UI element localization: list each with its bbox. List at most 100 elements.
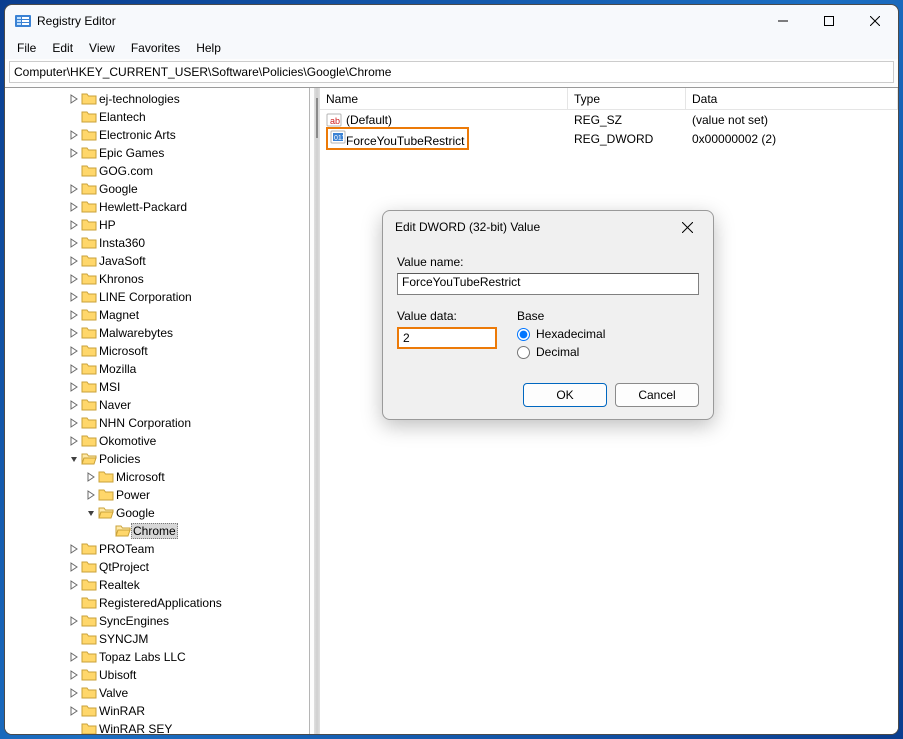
- tree-item[interactable]: Microsoft: [5, 468, 309, 486]
- radio-hex-input[interactable]: [517, 328, 530, 341]
- chevron-right-icon[interactable]: [67, 290, 81, 304]
- value-data: (value not set): [686, 113, 898, 127]
- chevron-right-icon[interactable]: [67, 326, 81, 340]
- tree-item[interactable]: LINE Corporation: [5, 288, 309, 306]
- tree-item[interactable]: SYNCJM: [5, 630, 309, 648]
- chevron-right-icon[interactable]: [67, 146, 81, 160]
- maximize-button[interactable]: [806, 5, 852, 37]
- tree-item[interactable]: Google: [5, 504, 309, 522]
- tree-item[interactable]: QtProject: [5, 558, 309, 576]
- tree-item[interactable]: Malwarebytes: [5, 324, 309, 342]
- tree-item[interactable]: Ubisoft: [5, 666, 309, 684]
- dialog-titlebar[interactable]: Edit DWORD (32-bit) Value: [383, 211, 713, 243]
- chevron-right-icon[interactable]: [67, 398, 81, 412]
- tree-item[interactable]: Realtek: [5, 576, 309, 594]
- dialog-close-button[interactable]: [673, 213, 701, 241]
- tree-item[interactable]: Insta360: [5, 234, 309, 252]
- tree-item-label: Electronic Arts: [97, 128, 178, 142]
- chevron-right-icon[interactable]: [67, 236, 81, 250]
- tree-item[interactable]: Naver: [5, 396, 309, 414]
- chevron-right-icon[interactable]: [67, 362, 81, 376]
- chevron-right-icon[interactable]: [67, 650, 81, 664]
- value-name-field[interactable]: ForceYouTubeRestrict: [397, 273, 699, 295]
- tree-item[interactable]: SyncEngines: [5, 612, 309, 630]
- titlebar[interactable]: Registry Editor: [5, 5, 898, 37]
- chevron-right-icon[interactable]: [67, 92, 81, 106]
- address-bar[interactable]: Computer\HKEY_CURRENT_USER\Software\Poli…: [9, 61, 894, 83]
- chevron-right-icon[interactable]: [67, 542, 81, 556]
- folder-icon: [115, 523, 131, 539]
- tree-item[interactable]: HP: [5, 216, 309, 234]
- chevron-right-icon[interactable]: [67, 254, 81, 268]
- chevron-right-icon[interactable]: [67, 686, 81, 700]
- tree-item[interactable]: Elantech: [5, 108, 309, 126]
- tree-item[interactable]: WinRAR SEY: [5, 720, 309, 734]
- radio-hexadecimal[interactable]: Hexadecimal: [517, 327, 699, 341]
- value-row[interactable]: 011ForceYouTubeRestrictREG_DWORD0x000000…: [320, 129, 898, 148]
- menu-help[interactable]: Help: [188, 39, 229, 57]
- radio-decimal[interactable]: Decimal: [517, 345, 699, 359]
- tree-item[interactable]: Okomotive: [5, 432, 309, 450]
- chevron-right-icon[interactable]: [67, 128, 81, 142]
- chevron-right-icon[interactable]: [67, 182, 81, 196]
- menu-view[interactable]: View: [81, 39, 123, 57]
- tree-item[interactable]: NHN Corporation: [5, 414, 309, 432]
- chevron-right-icon[interactable]: [67, 578, 81, 592]
- chevron-right-icon[interactable]: [67, 560, 81, 574]
- tree-item[interactable]: ej-technologies: [5, 90, 309, 108]
- value-data-field[interactable]: [397, 327, 497, 349]
- menu-favorites[interactable]: Favorites: [123, 39, 188, 57]
- chevron-right-icon[interactable]: [67, 218, 81, 232]
- chevron-down-icon[interactable]: [67, 452, 81, 466]
- tree-item-label: NHN Corporation: [97, 416, 193, 430]
- chevron-down-icon[interactable]: [84, 506, 98, 520]
- close-button[interactable]: [852, 5, 898, 37]
- tree-item[interactable]: MSI: [5, 378, 309, 396]
- tree-item[interactable]: WinRAR: [5, 702, 309, 720]
- menu-file[interactable]: File: [9, 39, 44, 57]
- tree-item[interactable]: Microsoft: [5, 342, 309, 360]
- chevron-right-icon[interactable]: [67, 344, 81, 358]
- menu-edit[interactable]: Edit: [44, 39, 81, 57]
- maximize-icon: [824, 16, 834, 26]
- tree-expander-spacer: [67, 110, 81, 124]
- column-type[interactable]: Type: [568, 88, 686, 109]
- tree-item[interactable]: Google: [5, 180, 309, 198]
- tree-item[interactable]: Electronic Arts: [5, 126, 309, 144]
- chevron-right-icon[interactable]: [67, 704, 81, 718]
- tree-item[interactable]: Valve: [5, 684, 309, 702]
- tree-item[interactable]: JavaSoft: [5, 252, 309, 270]
- tree-item[interactable]: Chrome: [5, 522, 309, 540]
- chevron-right-icon[interactable]: [67, 614, 81, 628]
- column-name[interactable]: Name: [320, 88, 568, 109]
- chevron-right-icon[interactable]: [67, 272, 81, 286]
- tree-item[interactable]: PROTeam: [5, 540, 309, 558]
- tree-item[interactable]: Hewlett-Packard: [5, 198, 309, 216]
- chevron-right-icon[interactable]: [67, 380, 81, 394]
- tree-item[interactable]: Khronos: [5, 270, 309, 288]
- folder-icon: [81, 451, 97, 467]
- tree-pane[interactable]: ej-technologiesElantech Electronic Arts Ep…: [5, 88, 310, 734]
- tree-item[interactable]: Mozilla: [5, 360, 309, 378]
- tree-item[interactable]: Magnet: [5, 306, 309, 324]
- minimize-button[interactable]: [760, 5, 806, 37]
- chevron-right-icon[interactable]: [67, 200, 81, 214]
- radio-dec-input[interactable]: [517, 346, 530, 359]
- cancel-button[interactable]: Cancel: [615, 383, 699, 407]
- tree-item[interactable]: Epic Games: [5, 144, 309, 162]
- tree-item[interactable]: Topaz Labs LLC: [5, 648, 309, 666]
- tree-item[interactable]: GOG.com: [5, 162, 309, 180]
- column-data[interactable]: Data: [686, 88, 898, 109]
- chevron-right-icon[interactable]: [67, 668, 81, 682]
- tree-item[interactable]: RegisteredApplications: [5, 594, 309, 612]
- chevron-right-icon[interactable]: [67, 308, 81, 322]
- chevron-right-icon[interactable]: [67, 434, 81, 448]
- tree-item[interactable]: Policies: [5, 450, 309, 468]
- folder-icon: [98, 469, 114, 485]
- chevron-right-icon[interactable]: [67, 416, 81, 430]
- chevron-right-icon[interactable]: [84, 488, 98, 502]
- tree-item[interactable]: Power: [5, 486, 309, 504]
- ok-button[interactable]: OK: [523, 383, 607, 407]
- tree-expander-spacer: [67, 722, 81, 734]
- chevron-right-icon[interactable]: [84, 470, 98, 484]
